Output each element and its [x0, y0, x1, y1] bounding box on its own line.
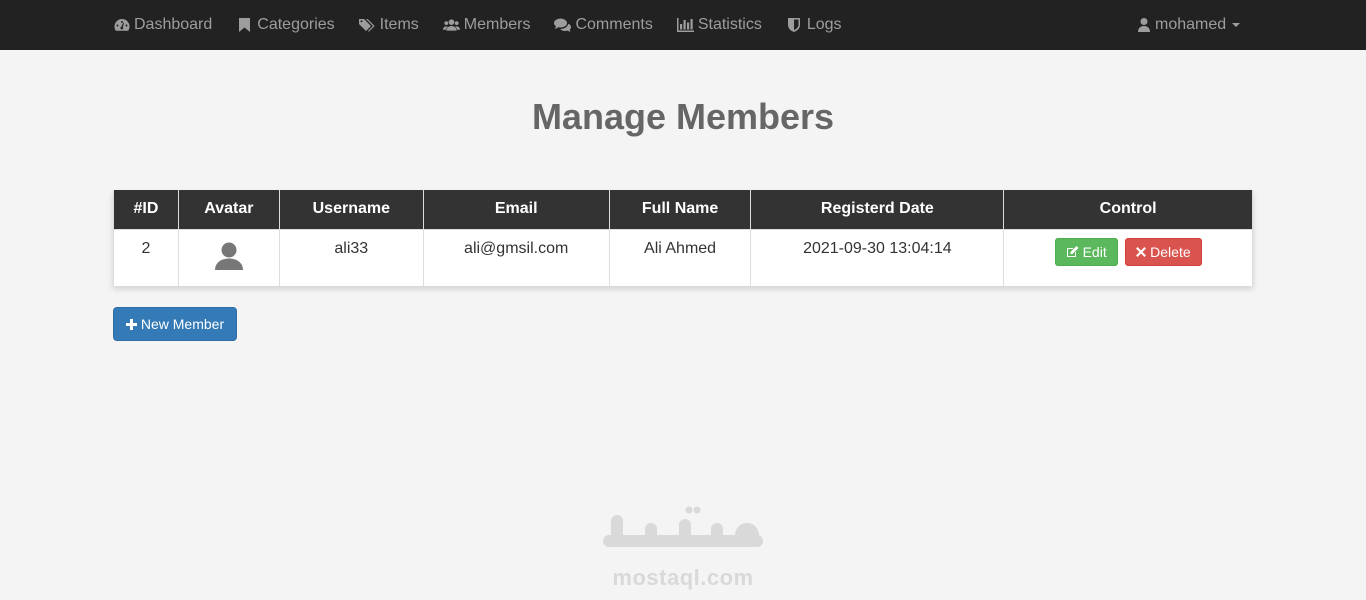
users-icon: [442, 17, 460, 33]
nav-item-label: Members: [463, 16, 531, 33]
column-header-email: Email: [422, 190, 610, 230]
edit-icon: [1066, 245, 1079, 258]
column-header-full-name: Full Name: [608, 190, 752, 230]
column-header-registered-date: Registerd Date: [750, 190, 1005, 230]
cell-full-name: Ali Ahmed: [608, 229, 752, 286]
dashboard-icon: [113, 17, 130, 33]
close-icon: [1136, 246, 1147, 257]
cell-username: ali33: [278, 229, 424, 286]
edit-button[interactable]: Edit: [1054, 237, 1118, 266]
nav-item-items[interactable]: Items: [358, 0, 419, 50]
nav-item-label: Comments: [575, 16, 653, 33]
nav-item-label: Items: [379, 16, 419, 33]
cell-id: 2: [113, 229, 179, 286]
tags-icon: [358, 17, 376, 33]
comments-icon: [554, 17, 572, 33]
cell-email: ali@gmsil.com: [422, 229, 610, 286]
new-member-label: New Member: [140, 316, 225, 332]
bar-chart-icon: [676, 17, 694, 33]
plus-icon: [125, 318, 137, 330]
user-menu-dropdown[interactable]: mohamed: [1138, 0, 1241, 50]
members-table: #ID Avatar Username Email Full Name Regi…: [113, 190, 1253, 286]
watermark-text: mostaql.com: [612, 565, 754, 590]
nav-item-comments[interactable]: Comments: [554, 0, 653, 50]
default-avatar-icon: [214, 242, 244, 274]
column-header-id: #ID: [113, 190, 179, 230]
page-title: Manage Members: [531, 96, 835, 137]
new-member-button[interactable]: New Member: [113, 307, 237, 341]
watermark: mostaql.com: [593, 505, 773, 590]
nav-item-logs[interactable]: Logs: [786, 0, 842, 50]
caret-down-icon: [1232, 23, 1241, 27]
cell-registered-date: 2021-09-30 13:04:14: [750, 229, 1005, 286]
column-header-control: Control: [1003, 190, 1253, 230]
watermark-logo: [603, 506, 763, 547]
nav-item-members[interactable]: Members: [442, 0, 531, 50]
nav-item-categories[interactable]: Categories: [236, 0, 335, 50]
column-header-avatar: Avatar: [177, 190, 280, 230]
user-name: mohamed: [1155, 16, 1227, 33]
bookmark-icon: [236, 17, 253, 33]
delete-button-label: Delete: [1150, 243, 1191, 260]
table-row: 2 ali33 ali@gmsil.com Ali Ahmed 2021-09-…: [113, 229, 1253, 286]
column-header-username: Username: [278, 190, 424, 230]
nav-item-label: Dashboard: [134, 16, 213, 33]
cell-avatar: [177, 229, 280, 286]
nav-links: Dashboard Categories Items Members Comme…: [113, 0, 866, 50]
edit-button-label: Edit: [1082, 243, 1107, 260]
delete-button[interactable]: Delete: [1125, 237, 1202, 266]
nav-item-label: Categories: [257, 16, 335, 33]
top-navbar: Dashboard Categories Items Members Comme…: [0, 0, 1366, 50]
cell-control: Edit Delete: [1003, 229, 1253, 286]
nav-item-statistics[interactable]: Statistics: [676, 0, 762, 50]
shield-icon: [786, 17, 803, 33]
table-header-row: #ID Avatar Username Email Full Name Regi…: [113, 190, 1253, 230]
nav-item-dashboard[interactable]: Dashboard: [113, 0, 212, 50]
user-icon: [1138, 18, 1150, 32]
nav-item-label: Statistics: [697, 16, 762, 33]
nav-item-label: Logs: [806, 16, 842, 33]
